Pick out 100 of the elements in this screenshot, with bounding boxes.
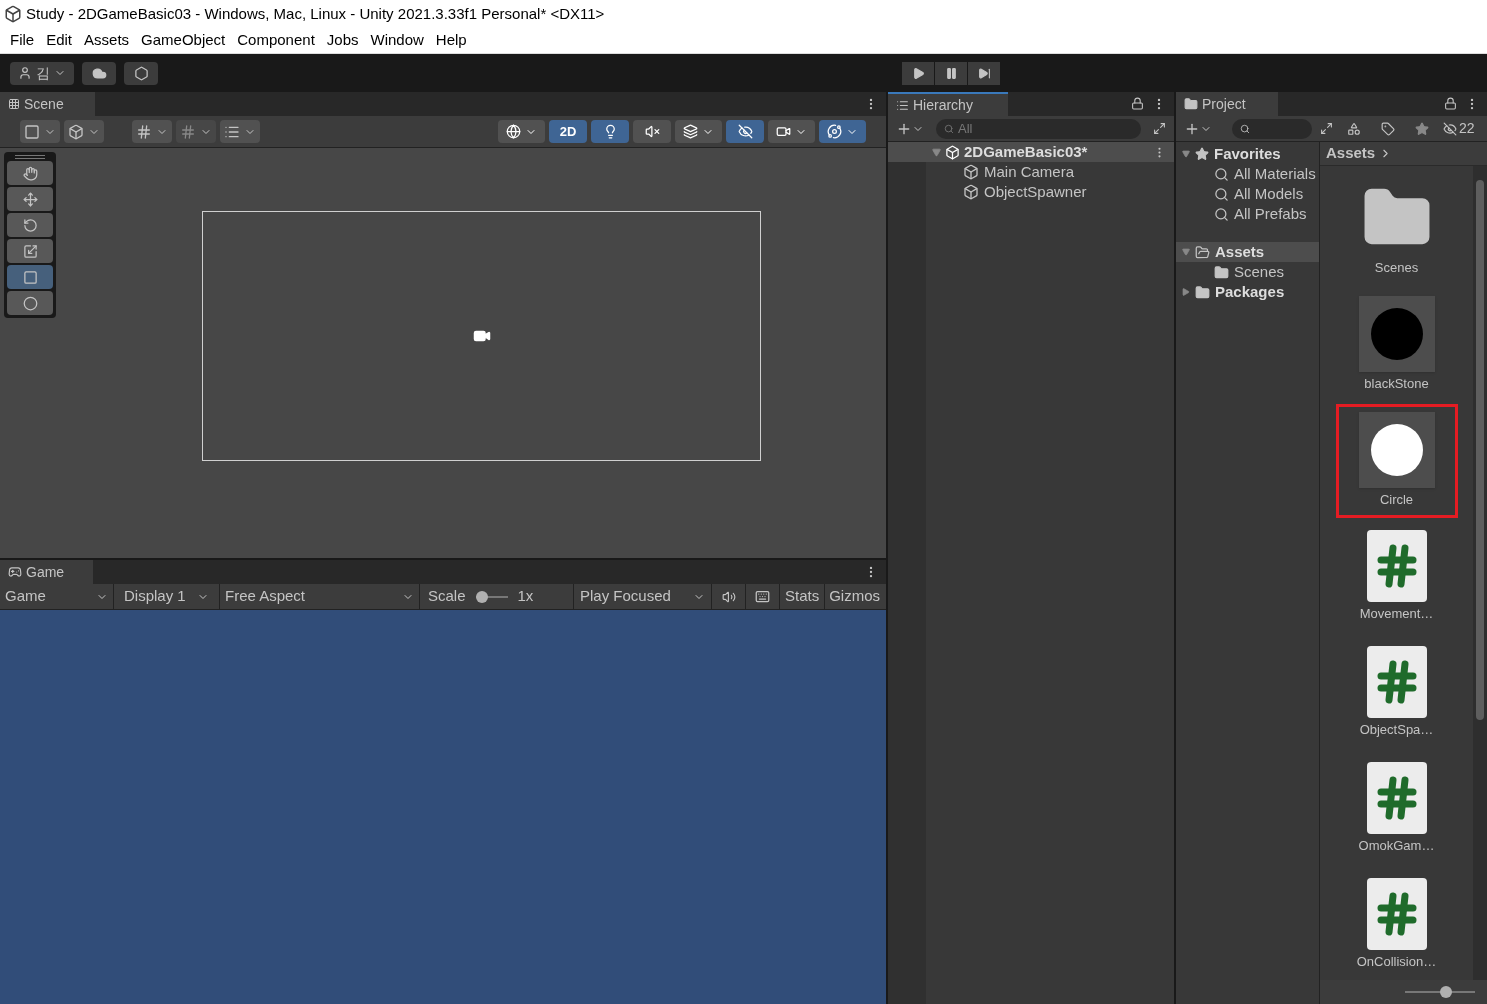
- account-button[interactable]: 김: [10, 61, 74, 85]
- scene-toggle[interactable]: [819, 120, 866, 143]
- gizmo-icon: [827, 124, 842, 139]
- scene-toggle[interactable]: [591, 120, 629, 143]
- menu-item[interactable]: File: [4, 29, 41, 52]
- scale-value: 1x: [517, 586, 534, 607]
- zoom-slider[interactable]: [1405, 986, 1475, 998]
- scene-toggle[interactable]: [498, 120, 545, 143]
- menu-item[interactable]: Edit: [40, 29, 79, 52]
- scene-tool-button[interactable]: [7, 239, 53, 263]
- list-icon: [896, 98, 909, 112]
- expand-arrow-icon[interactable]: [1182, 288, 1190, 296]
- scene-toggle[interactable]: [768, 120, 815, 143]
- stats-button[interactable]: Stats: [780, 584, 826, 609]
- grid-button[interactable]: [132, 120, 172, 143]
- asset-tile[interactable]: Movement…: [1335, 520, 1458, 634]
- lock-icon[interactable]: [1131, 97, 1144, 110]
- menu-item[interactable]: Component: [231, 29, 321, 52]
- cube-icon: [68, 123, 84, 140]
- step-icon: [977, 67, 991, 80]
- asset-name: Scenes: [1374, 259, 1419, 278]
- rotate-icon: [22, 217, 38, 233]
- scene-toggle[interactable]: [726, 120, 764, 143]
- project-tab[interactable]: Project: [1176, 92, 1278, 116]
- search-field[interactable]: All: [936, 118, 1141, 139]
- snap-button[interactable]: [176, 120, 216, 143]
- search-icon: [1214, 206, 1229, 222]
- scene-tool-button[interactable]: [7, 187, 53, 211]
- scrollbar[interactable]: [1473, 166, 1487, 980]
- lock-icon[interactable]: [1444, 97, 1457, 110]
- search-icon: [1214, 186, 1229, 202]
- script-file-icon: [1366, 530, 1427, 603]
- increment-button[interactable]: [220, 120, 260, 143]
- script-file-icon: [1366, 878, 1427, 951]
- hierarchy-tab[interactable]: Hierarchy: [888, 92, 1008, 116]
- scene-tool-button[interactable]: [7, 213, 53, 237]
- asset-tile[interactable]: Circle: [1335, 404, 1458, 518]
- cube-icon: [963, 184, 979, 200]
- pause-button[interactable]: [935, 62, 967, 85]
- rect-icon: [22, 269, 38, 285]
- display-dropdown[interactable]: Display 1: [114, 584, 220, 609]
- open-folder-icon: [1195, 244, 1210, 260]
- expand-arrow-icon[interactable]: [1182, 150, 1190, 158]
- play-button[interactable]: [902, 62, 934, 85]
- camera-icon: [776, 124, 791, 139]
- speaker-icon: [721, 589, 736, 604]
- cloud-button[interactable]: [82, 61, 116, 85]
- tag-icon: [1381, 121, 1395, 136]
- draw-mode-button[interactable]: [20, 120, 60, 143]
- services-button[interactable]: [124, 61, 158, 85]
- scene-tool-button[interactable]: [7, 265, 53, 289]
- search-icon: [1240, 123, 1250, 134]
- folder-icon: [1184, 97, 1198, 111]
- search-field[interactable]: [1232, 118, 1312, 139]
- step-button[interactable]: [968, 62, 1000, 85]
- move-arrows-icon: [22, 191, 38, 207]
- aspect-dropdown[interactable]: Free Aspect: [220, 584, 420, 609]
- expand-icon[interactable]: [1153, 122, 1166, 135]
- scene-tool-button[interactable]: [7, 161, 53, 185]
- game-tab[interactable]: Game: [0, 560, 93, 584]
- draw-mode-icon: [24, 123, 40, 140]
- asset-name: ObjectSpa…: [1359, 721, 1434, 740]
- scene-toggle[interactable]: [633, 120, 671, 143]
- play-mode-dropdown[interactable]: Play Focused: [574, 584, 712, 609]
- menu-item[interactable]: GameObject: [135, 29, 232, 52]
- scene-tool-button[interactable]: [7, 291, 53, 315]
- user-icon: [18, 66, 32, 80]
- star-icon: [1415, 121, 1429, 136]
- asset-tile[interactable]: Scenes: [1335, 172, 1458, 286]
- gizmos-button[interactable]: Gizmos: [825, 584, 885, 609]
- unity-scene-icon: [945, 144, 960, 160]
- hidden-packages-button[interactable]: 22: [1443, 118, 1475, 139]
- cloud-icon: [91, 65, 107, 81]
- menu-item[interactable]: Window: [364, 29, 430, 52]
- expand-icon[interactable]: [1320, 122, 1333, 135]
- render-mode-button[interactable]: [64, 120, 104, 143]
- scene-toggle[interactable]: [675, 120, 722, 143]
- asset-tile[interactable]: blackStone: [1335, 288, 1458, 402]
- script-file-icon: [1366, 646, 1427, 719]
- game-mode-dropdown[interactable]: Game: [0, 584, 114, 609]
- asset-name: OmokGam…: [1358, 837, 1435, 856]
- muted-speaker-icon: [644, 124, 660, 139]
- scene-tab[interactable]: Scene: [0, 92, 95, 116]
- keyboard-icon: [755, 589, 770, 604]
- menu-item[interactable]: Jobs: [320, 29, 365, 52]
- circle-icon: [22, 295, 38, 311]
- hexagon-icon: [133, 65, 149, 81]
- 2d-toggle[interactable]: 2D: [549, 120, 587, 143]
- app-logo-icon: [4, 5, 22, 23]
- layers-icon: [683, 124, 698, 139]
- asset-tile[interactable]: OnCollision…: [1335, 868, 1458, 980]
- script-file-icon: [1366, 762, 1427, 835]
- search-icon: [1214, 166, 1229, 182]
- asset-tile[interactable]: OmokGam…: [1335, 752, 1458, 866]
- asset-tile[interactable]: ObjectSpa…: [1335, 636, 1458, 750]
- star-icon: [1195, 147, 1209, 161]
- menu-item[interactable]: Assets: [78, 29, 136, 52]
- menu-item[interactable]: Help: [429, 29, 473, 52]
- cube-icon: [963, 164, 979, 180]
- snap-grid-icon: [180, 123, 196, 140]
